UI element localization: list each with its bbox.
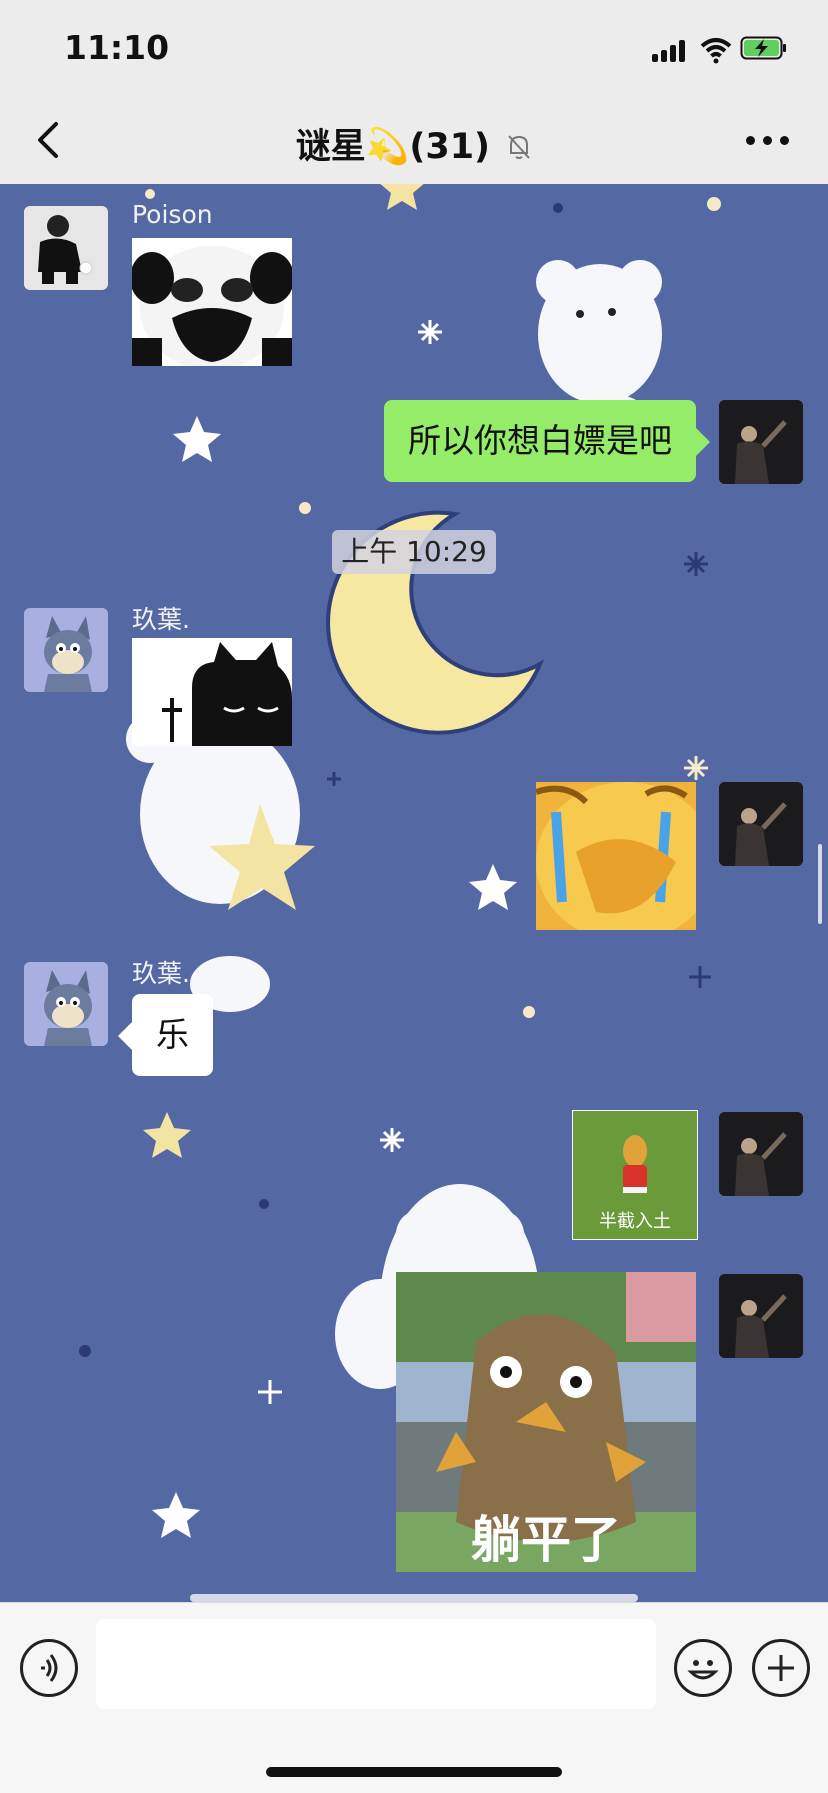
sticker-caption: 半截入土: [599, 1211, 671, 1232]
sticker-peanut-doll[interactable]: 半截入土: [572, 1110, 698, 1240]
chat-area[interactable]: Poison 所以你想白嫖是吧 上午 10:29 玖葉. 玖葉. 乐 半截入土 …: [0, 184, 828, 1602]
bell-muted-icon: [508, 135, 530, 159]
wifi-icon: [700, 38, 732, 64]
sticker-crying-face[interactable]: [536, 782, 696, 930]
message-bubble-other[interactable]: 乐: [118, 994, 213, 1076]
voice-input-button[interactable]: [20, 1639, 78, 1697]
cartoon-cat-icon: [24, 962, 108, 1046]
home-indicator[interactable]: [266, 1767, 562, 1777]
person-silhouette-icon: [719, 1112, 803, 1196]
smiley-icon: [687, 1660, 719, 1680]
chat-title: 谜星💫(31): [295, 127, 491, 167]
message-bubble-self[interactable]: 所以你想白嫖是吧: [384, 400, 710, 482]
sender-name: Poison: [132, 200, 213, 229]
avatar-poison[interactable]: [24, 206, 108, 290]
cellular-signal-icon: [652, 38, 688, 62]
battery-charging-icon: [740, 36, 786, 60]
nav-bar: 谜星💫(31): [0, 96, 828, 184]
person-silhouette-icon: [719, 782, 803, 866]
sender-name: 玖葉.: [132, 959, 190, 988]
input-bar: [0, 1602, 828, 1793]
status-bar: 11:10: [0, 0, 828, 96]
sticker-caption: 躺平了: [471, 1511, 621, 1569]
cartoon-cat-icon: [24, 608, 108, 692]
person-crouching-icon: [38, 215, 93, 284]
person-silhouette-icon: [719, 400, 803, 484]
sound-wave-icon: [41, 1654, 58, 1682]
person-silhouette-icon: [719, 1274, 803, 1358]
avatar-jiuye[interactable]: [24, 962, 108, 1046]
more-options-icon[interactable]: [744, 128, 792, 152]
sender-name: 玖葉.: [132, 605, 190, 634]
sticker-panda-face[interactable]: [132, 238, 292, 366]
emoji-button[interactable]: [674, 1639, 732, 1697]
chat-title-area[interactable]: 谜星💫(31): [0, 118, 828, 169]
message-input[interactable]: [96, 1619, 656, 1709]
avatar-self[interactable]: [719, 1274, 803, 1358]
plus-icon: [768, 1655, 794, 1681]
sticker-black-cat[interactable]: [132, 638, 292, 746]
sticker-brown-monster[interactable]: 躺平了: [396, 1272, 696, 1572]
more-functions-button[interactable]: [752, 1639, 810, 1697]
avatar-self[interactable]: [719, 782, 803, 866]
avatar-jiuye[interactable]: [24, 608, 108, 692]
avatar-self[interactable]: [719, 1112, 803, 1196]
avatar-self[interactable]: [719, 400, 803, 484]
status-time: 11:10: [64, 28, 170, 67]
message-timestamp: 上午 10:29: [332, 530, 496, 574]
